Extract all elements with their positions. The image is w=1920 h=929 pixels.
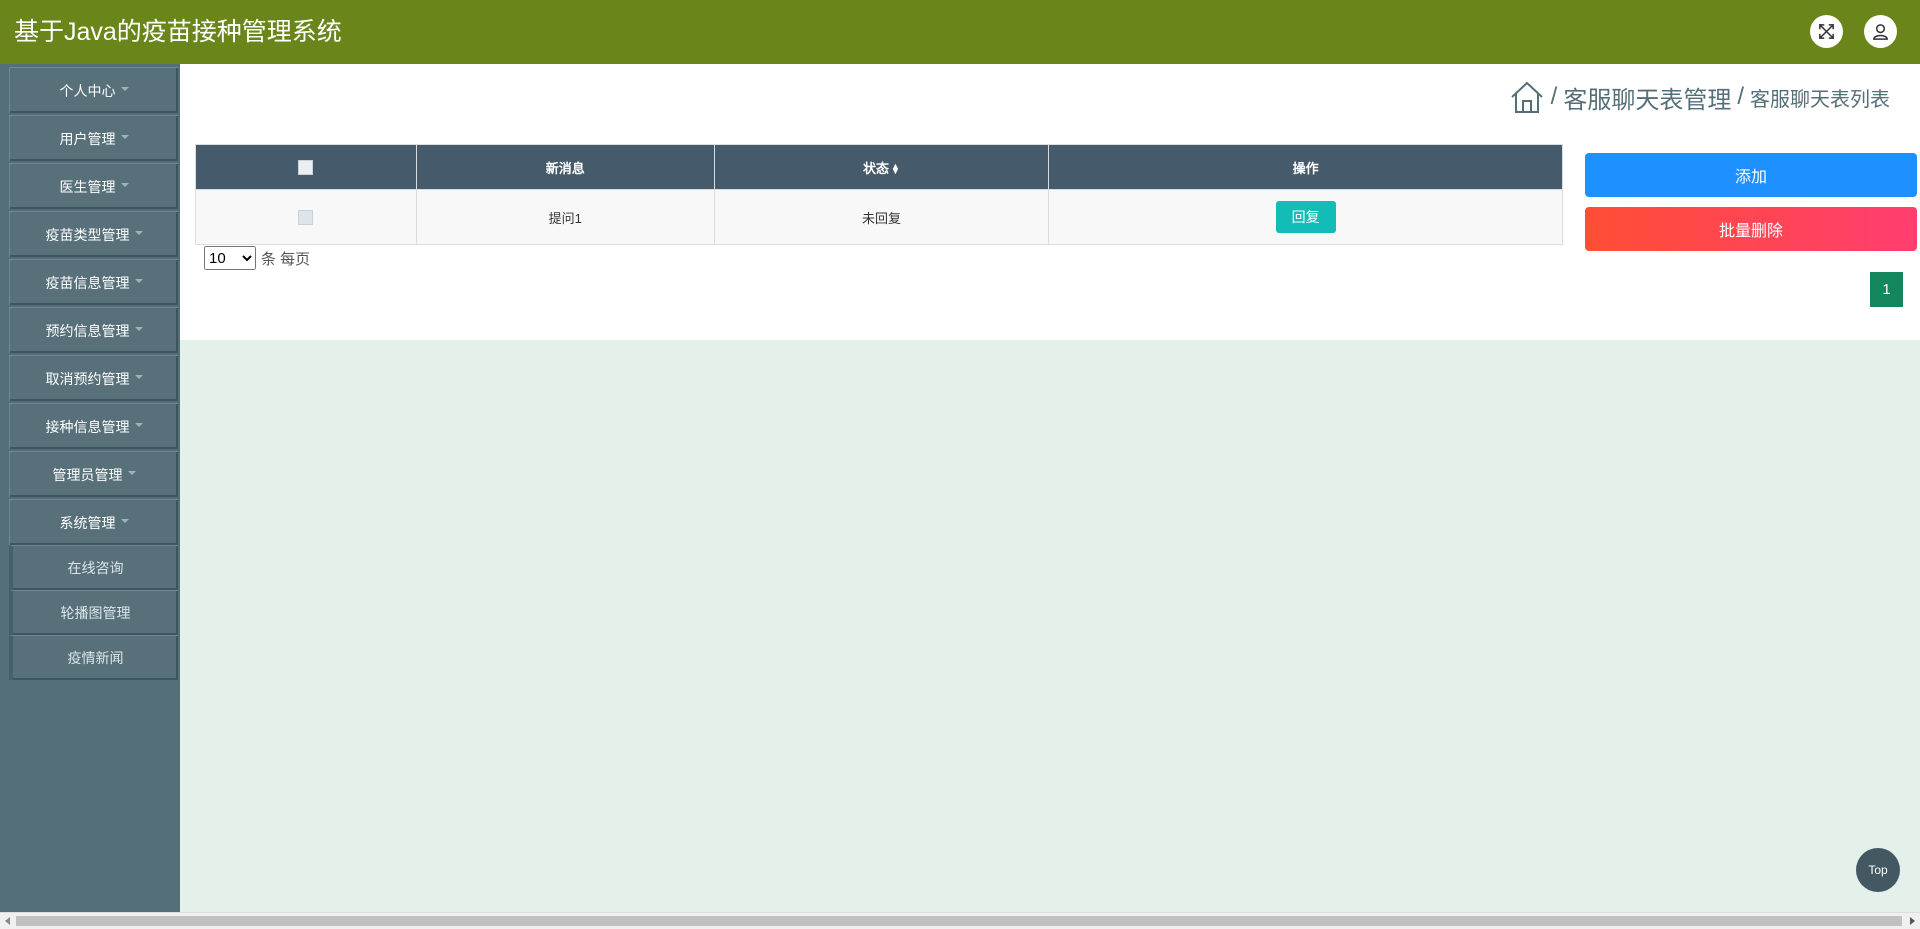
- sidebar-item-user-management[interactable]: 用户管理: [9, 115, 178, 161]
- sidebar-item-system-management[interactable]: 系统管理: [9, 499, 178, 545]
- top-bar: 基于Java的疫苗接种管理系统: [0, 0, 1920, 64]
- select-all-header: [195, 144, 417, 190]
- column-header-action: 操作: [1048, 144, 1563, 190]
- page-size-control: 10 条 每页: [204, 246, 310, 270]
- cell-message: 提问1: [415, 189, 715, 245]
- sidebar-item-label: 疫情新闻: [67, 650, 124, 666]
- chevron-down-icon: [120, 86, 129, 91]
- sidebar-item-vaccine-type-management[interactable]: 疫苗类型管理: [9, 211, 178, 257]
- user-icon[interactable]: [1864, 15, 1897, 48]
- sidebar-item-doctor-management[interactable]: 医生管理: [9, 163, 178, 209]
- sidebar-item-label: 用户管理: [59, 130, 116, 147]
- cell-status: 未回复: [713, 189, 1050, 245]
- sidebar-item-label: 接种信息管理: [45, 418, 130, 435]
- reply-button[interactable]: 回复: [1275, 201, 1336, 233]
- sidebar-item-vaccine-info-management[interactable]: 疫苗信息管理: [9, 259, 178, 305]
- sidebar-item-label: 疫苗信息管理: [45, 274, 130, 291]
- breadcrumb-separator: /: [1737, 83, 1744, 110]
- chevron-down-icon: [134, 326, 143, 331]
- sidebar-item-label: 医生管理: [59, 178, 116, 195]
- table-row: 提问1 未回复 回复: [195, 189, 1563, 245]
- chevron-down-icon: [134, 278, 143, 283]
- home-icon[interactable]: [1509, 79, 1545, 115]
- breadcrumb: / 客服聊天表管理 / 客服聊天表列表: [1509, 79, 1890, 115]
- breadcrumb-level2: 客服聊天表列表: [1750, 88, 1890, 111]
- column-header-status[interactable]: 状态 ▲ ▼: [713, 144, 1050, 190]
- select-all-checkbox[interactable]: [298, 160, 314, 176]
- sidebar: 个人中心 用户管理 医生管理 疫苗类型管理 疫苗信息管理 预约信息管理 取消预约…: [0, 64, 180, 912]
- app-title: 基于Java的疫苗接种管理系统: [14, 18, 342, 46]
- scrollbar-thumb[interactable]: [16, 916, 1902, 926]
- page-size-select[interactable]: 10: [204, 246, 256, 270]
- chat-table: 新消息 状态 ▲ ▼ 操作 提问1 未回复 回复: [195, 144, 1563, 245]
- horizontal-scrollbar[interactable]: [0, 912, 1920, 929]
- chevron-down-icon: [134, 374, 143, 379]
- page-size-label: 条 每页: [261, 250, 311, 268]
- column-header-label: 状态: [862, 160, 889, 176]
- sidebar-item-vaccination-management[interactable]: 接种信息管理: [9, 403, 178, 449]
- sidebar-item-label: 在线咨询: [67, 560, 124, 576]
- sidebar-item-cancel-appointment-management[interactable]: 取消预约管理: [9, 355, 178, 401]
- scroll-right-arrow-icon[interactable]: [1910, 917, 1915, 925]
- sidebar-item-label: 取消预约管理: [45, 370, 130, 387]
- sidebar-item-personal-center[interactable]: 个人中心: [9, 67, 178, 113]
- chevron-down-icon: [134, 422, 143, 427]
- sidebar-item-epidemic-news[interactable]: 疫情新闻: [9, 635, 178, 680]
- main-content: / 客服聊天表管理 / 客服聊天表列表 新消息 状态 ▲ ▼ 操作 提问1 未回复 …: [180, 64, 1920, 340]
- sidebar-item-label: 预约信息管理: [45, 322, 130, 339]
- sidebar-item-label: 系统管理: [59, 514, 116, 531]
- sidebar-item-admin-management[interactable]: 管理员管理: [9, 451, 178, 497]
- table-header-row: 新消息 状态 ▲ ▼ 操作: [195, 144, 1563, 190]
- chevron-down-icon: [120, 182, 129, 187]
- column-header-message: 新消息: [415, 144, 715, 190]
- breadcrumb-separator: /: [1550, 83, 1558, 110]
- sidebar-item-label: 轮播图管理: [60, 605, 131, 621]
- fullscreen-icon[interactable]: [1810, 15, 1843, 48]
- sidebar-item-label: 疫苗类型管理: [45, 226, 130, 243]
- back-to-top-button[interactable]: Top: [1856, 848, 1900, 892]
- sidebar-item-appointment-management[interactable]: 预约信息管理: [9, 307, 178, 353]
- chevron-down-icon: [134, 230, 143, 235]
- chevron-down-icon: [127, 470, 136, 475]
- sidebar-item-carousel-management[interactable]: 轮播图管理: [9, 590, 178, 635]
- sidebar-item-online-consultation[interactable]: 在线咨询: [9, 545, 178, 590]
- row-checkbox[interactable]: [298, 210, 314, 226]
- pagination-page-1[interactable]: 1: [1870, 272, 1903, 307]
- cell-action: 回复: [1048, 189, 1563, 245]
- sidebar-item-label: 管理员管理: [52, 466, 123, 483]
- chevron-down-icon: [120, 134, 129, 139]
- sort-icon[interactable]: ▲ ▼: [891, 162, 900, 176]
- batch-delete-button[interactable]: 批量删除: [1585, 207, 1917, 251]
- chevron-down-icon: [120, 518, 129, 523]
- add-button[interactable]: 添加: [1585, 153, 1917, 197]
- scroll-left-arrow-icon[interactable]: [5, 917, 10, 925]
- breadcrumb-level1: 客服聊天表管理: [1563, 86, 1732, 114]
- sidebar-item-label: 个人中心: [59, 82, 116, 99]
- row-select-cell: [195, 189, 417, 245]
